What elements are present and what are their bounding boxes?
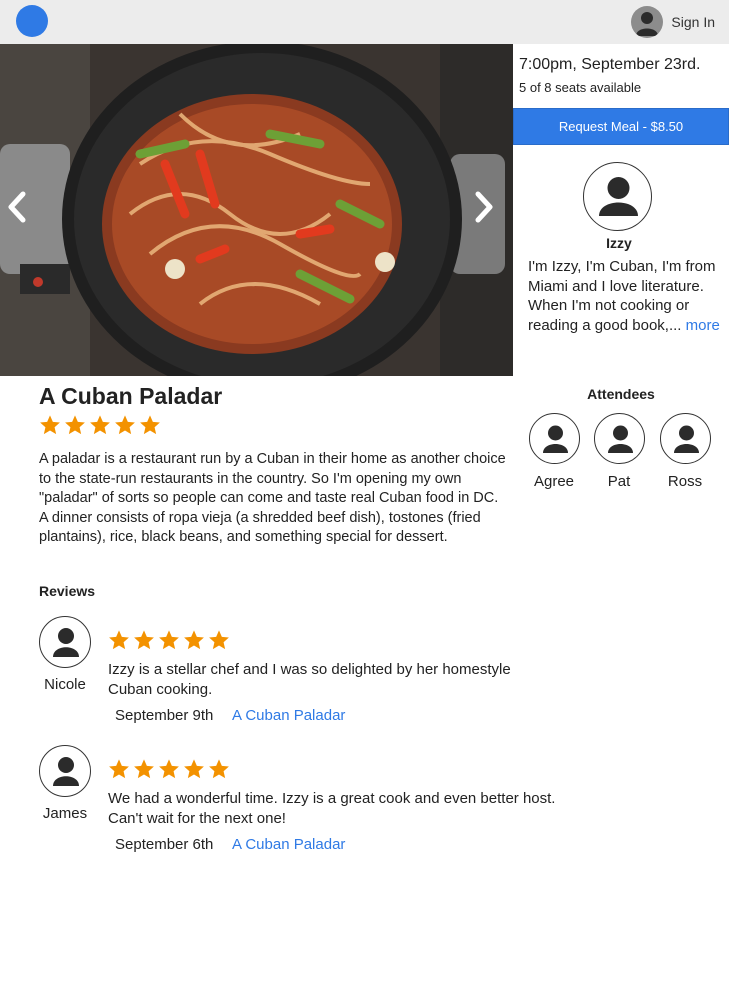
host-bio-more-link[interactable]: more — [686, 317, 720, 334]
star-icon — [40, 415, 60, 435]
review-item: James We had a wonderful time. Izzy is a… — [0, 745, 729, 865]
reviewer-name: James — [42, 805, 88, 822]
person-icon — [53, 628, 79, 657]
next-photo-button[interactable] — [469, 187, 499, 227]
attendee-avatar — [593, 413, 645, 464]
review-date: September 6th — [115, 836, 214, 853]
attendees-heading: Attendees — [587, 386, 655, 402]
attendee-name: Agree — [533, 473, 575, 490]
attendee-avatar — [659, 413, 711, 464]
star-icon — [209, 630, 229, 650]
attendee-name: Ross — [667, 473, 703, 490]
user-avatar-icon — [631, 6, 664, 38]
star-icon — [184, 630, 204, 650]
top-bar: Sign In — [0, 0, 729, 44]
attendee-avatar — [528, 413, 580, 464]
logo-circle-icon[interactable] — [16, 5, 48, 37]
reviewer-avatar[interactable] — [39, 745, 91, 797]
event-datetime: 7:00pm, September 23rd. — [519, 56, 701, 73]
host-bio: I'm Izzy, I'm Cuban, I'm from Miami and … — [528, 257, 726, 335]
review-meal-link[interactable]: A Cuban Paladar — [232, 707, 345, 724]
attendee-pat[interactable]: Pat — [589, 413, 649, 490]
reviews-heading: Reviews — [39, 583, 96, 599]
host-avatar[interactable] — [583, 162, 652, 231]
review-date: September 9th — [115, 707, 214, 724]
star-icon — [115, 415, 135, 435]
attendee-ross[interactable]: Ross — [655, 413, 715, 490]
reviewer-name: Nicole — [44, 676, 86, 693]
seats-available: 5 of 8 seats available — [519, 80, 642, 95]
review-text: We had a wonderful time. Izzy is a great… — [108, 790, 556, 827]
attendee-agree[interactable]: Agree — [524, 413, 584, 490]
meal-photo — [0, 44, 513, 376]
star-icon — [140, 415, 160, 435]
star-icon — [134, 630, 154, 650]
person-icon — [607, 425, 633, 453]
star-icon — [184, 759, 204, 779]
review-rating — [108, 758, 230, 780]
person-icon — [599, 177, 638, 216]
chevron-left-icon — [8, 191, 26, 223]
star-icon — [159, 630, 179, 650]
meal-rating — [39, 414, 161, 436]
star-icon — [65, 415, 85, 435]
star-icon — [209, 759, 229, 779]
review-item: Nicole Izzy is a stellar chef and I was … — [0, 616, 729, 736]
meal-description: A paladar is a restaurant run by a Cuban… — [39, 451, 506, 545]
review-rating — [108, 629, 230, 651]
attendee-name: Pat — [607, 473, 631, 490]
previous-photo-button[interactable] — [2, 187, 32, 227]
request-meal-button[interactable]: Request Meal - $8.50 — [513, 108, 729, 145]
person-icon — [673, 425, 699, 453]
host-name: Izzy — [606, 235, 632, 251]
star-icon — [134, 759, 154, 779]
sign-in-label: Sign In — [671, 14, 715, 30]
chevron-right-icon — [475, 191, 493, 223]
star-icon — [109, 630, 129, 650]
review-meal-link[interactable]: A Cuban Paladar — [232, 836, 345, 853]
person-icon — [53, 757, 79, 786]
reviewer-avatar[interactable] — [39, 616, 91, 668]
meal-title: A Cuban Paladar — [39, 383, 223, 409]
star-icon — [109, 759, 129, 779]
sign-in-button[interactable]: Sign In — [631, 5, 715, 39]
star-icon — [90, 415, 110, 435]
meal-photo-illustration — [0, 44, 513, 376]
person-icon — [542, 425, 568, 453]
star-icon — [159, 759, 179, 779]
review-text: Izzy is a stellar chef and I was so deli… — [108, 661, 511, 698]
